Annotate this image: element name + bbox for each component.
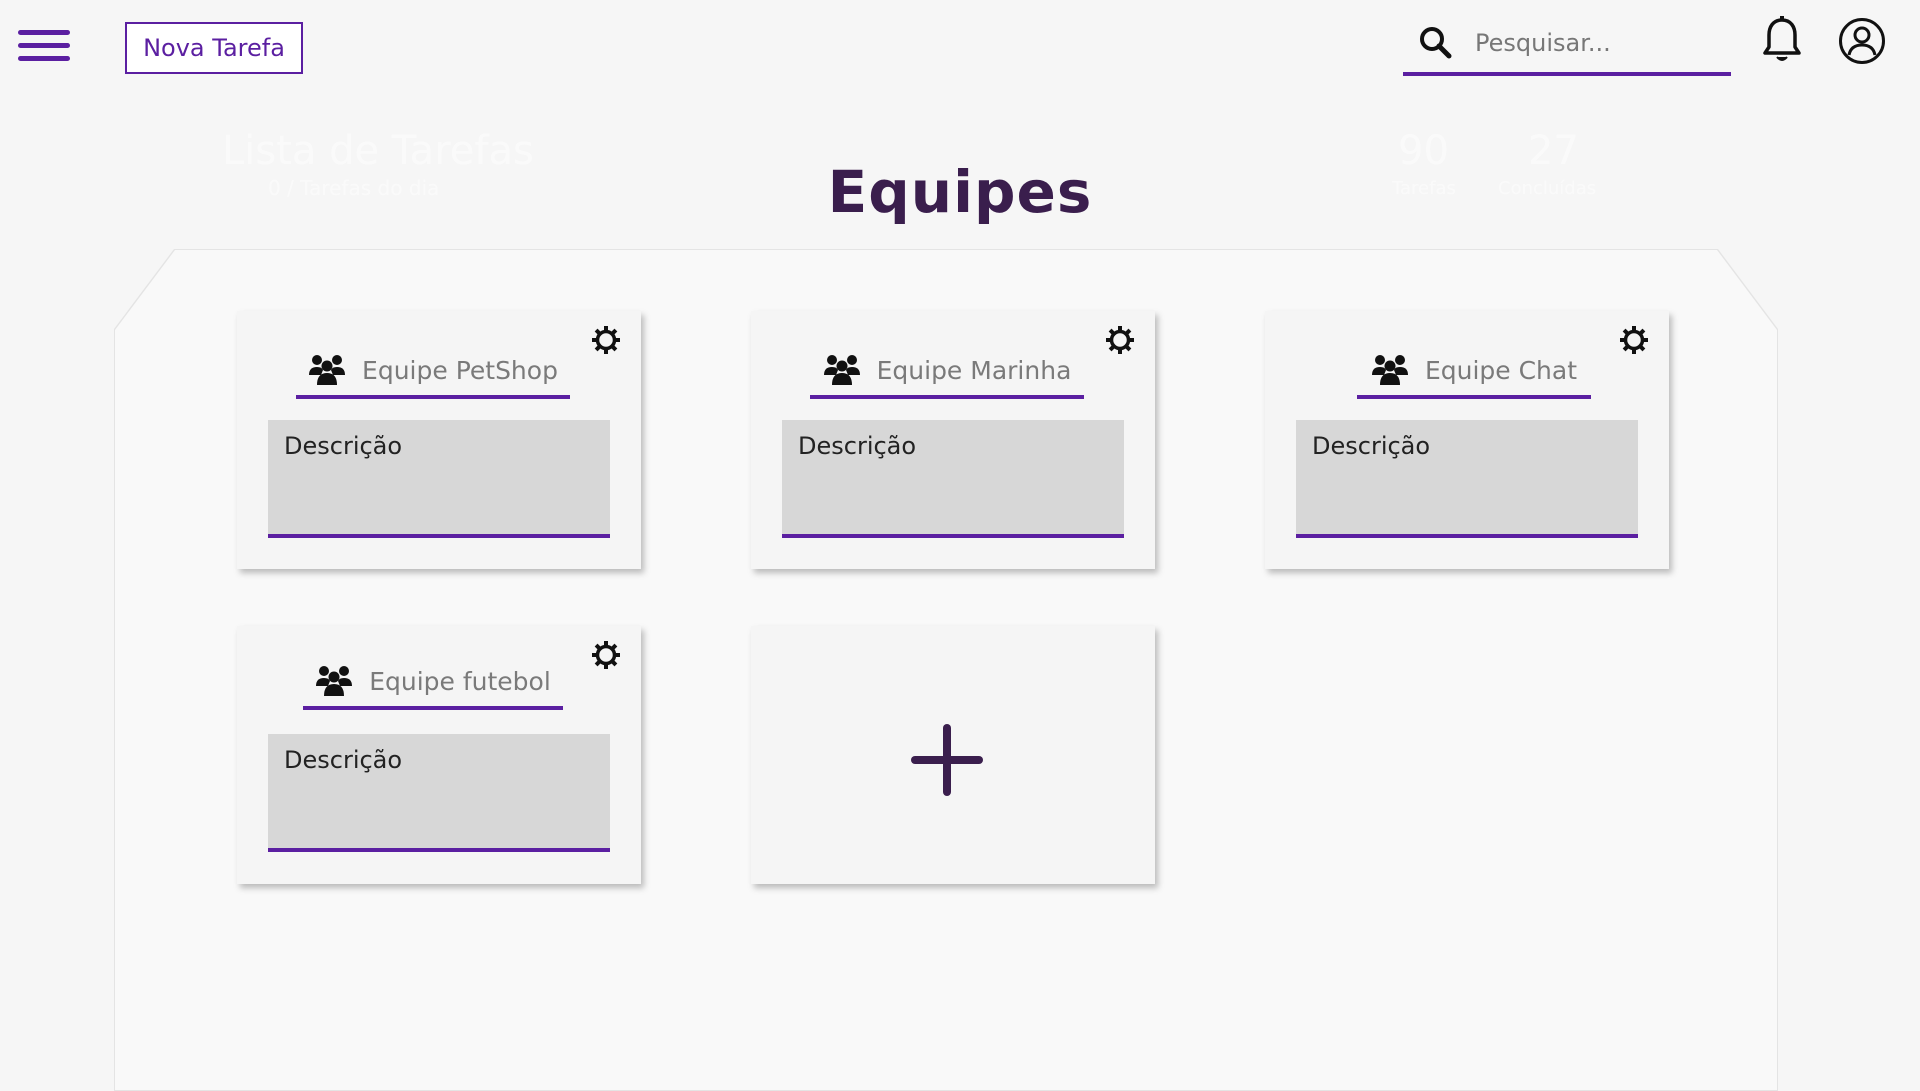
team-card[interactable]: Equipe Chat Descrição [1265, 311, 1669, 569]
team-header: Equipe PetShop [296, 345, 570, 399]
user-avatar-icon[interactable] [1838, 17, 1886, 65]
team-users-icon [1371, 355, 1408, 385]
page-title: Equipes [827, 158, 1093, 226]
new-task-button[interactable]: Nova Tarefa [125, 22, 303, 74]
team-name: Equipe futebol [369, 666, 551, 696]
search-input[interactable] [1473, 22, 1717, 64]
team-card[interactable]: Equipe futebol Descrição [237, 626, 641, 884]
gear-icon[interactable] [1105, 325, 1135, 355]
bell-icon[interactable] [1762, 16, 1802, 64]
team-description-field[interactable]: Descrição [782, 420, 1124, 538]
add-team-button[interactable] [751, 626, 1155, 884]
team-name: Equipe Chat [1424, 355, 1578, 385]
team-header: Equipe futebol [303, 656, 563, 710]
team-description-field[interactable]: Descrição [268, 734, 610, 852]
search-icon[interactable] [1417, 24, 1453, 60]
gear-icon[interactable] [1619, 325, 1649, 355]
team-description-field[interactable]: Descrição [268, 420, 610, 538]
plus-icon [911, 724, 983, 796]
team-card[interactable]: Equipe PetShop Descrição [237, 311, 641, 569]
team-header: Equipe Chat [1357, 345, 1591, 399]
team-name: Equipe Marinha [876, 355, 1072, 385]
team-description-field[interactable]: Descrição [1296, 420, 1638, 538]
team-card[interactable]: Equipe Marinha Descrição [751, 311, 1155, 569]
team-users-icon [316, 666, 353, 696]
team-header: Equipe Marinha [810, 345, 1084, 399]
team-users-icon [309, 355, 346, 385]
team-name: Equipe PetShop [362, 355, 558, 385]
search-bar [1403, 18, 1731, 76]
gear-icon[interactable] [591, 640, 621, 670]
gear-icon[interactable] [591, 325, 621, 355]
hamburger-menu-icon[interactable] [18, 28, 70, 64]
team-users-icon [823, 355, 860, 385]
